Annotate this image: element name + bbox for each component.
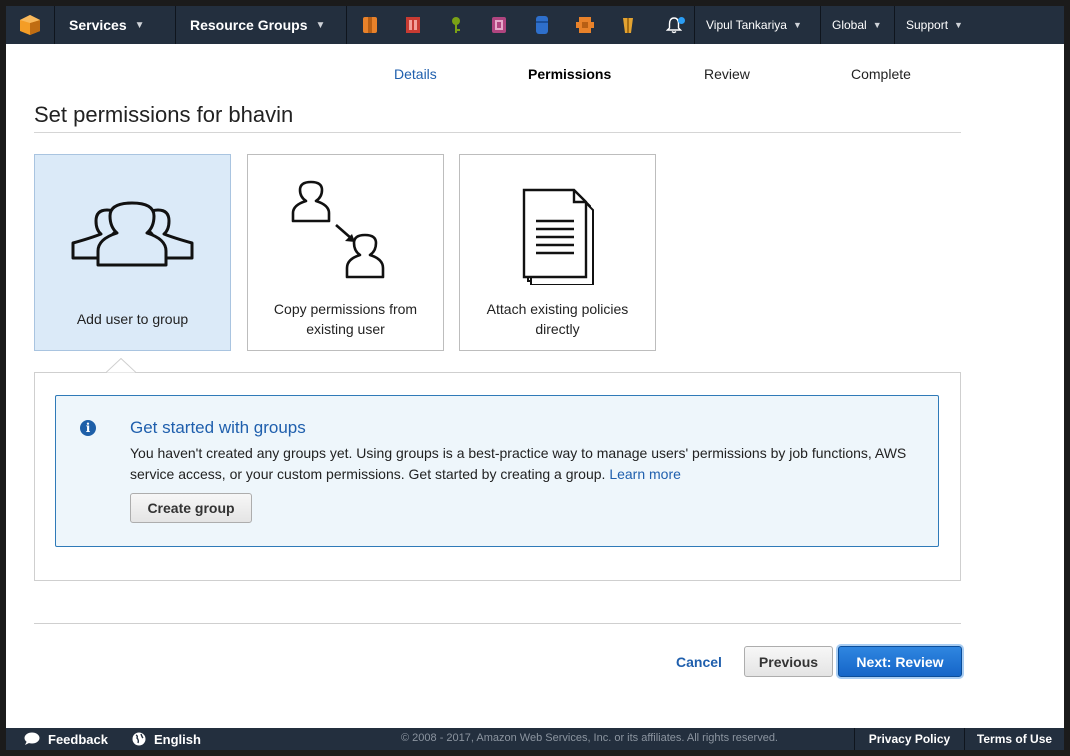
chevron-down-icon: ▼ <box>134 19 145 31</box>
option-detail-panel: i Get started with groups You haven't cr… <box>34 372 961 581</box>
step-review: Review <box>704 66 750 82</box>
chevron-down-icon: ▼ <box>872 20 882 30</box>
copyright-text: © 2008 - 2017, Amazon Web Services, Inc.… <box>401 732 778 744</box>
option-copy-permissions[interactable]: Copy permissions from existing user <box>247 154 444 351</box>
info-alert: i Get started with groups You haven't cr… <box>55 395 939 547</box>
option-label: Attach existing policies directly <box>486 301 629 337</box>
tile-icon-area <box>460 155 655 286</box>
region-menu[interactable]: Global ▼ <box>821 6 894 44</box>
tile-icon-area <box>35 155 230 285</box>
lambda-icon[interactable] <box>576 15 594 35</box>
region-label: Global <box>832 18 867 32</box>
users-group-icon <box>71 201 194 267</box>
speech-bubble-icon <box>24 732 40 745</box>
notification-dot <box>678 17 685 24</box>
terms-of-use-link[interactable]: Terms of Use <box>964 728 1064 750</box>
footer-bar: Feedback English © 2008 - 2017, Amazon W… <box>6 728 1064 750</box>
language-label: English <box>153 731 201 747</box>
pinned-services <box>347 6 662 44</box>
language-selector[interactable]: English <box>118 728 211 750</box>
chevron-down-icon: ▼ <box>954 20 963 30</box>
cancel-link[interactable]: Cancel <box>676 654 722 670</box>
option-label: Add user to group <box>76 311 189 327</box>
step-complete: Complete <box>851 66 911 82</box>
browser-frame: Services ▼ Resource Groups ▼ Vipul Tanka… <box>6 6 1064 750</box>
dynamodb-icon[interactable] <box>533 15 551 35</box>
aws-logo[interactable] <box>6 6 54 44</box>
rds-icon[interactable] <box>404 15 422 35</box>
policy-document-icon <box>522 188 594 286</box>
info-icon: i <box>80 420 96 436</box>
support-menu[interactable]: Support ▼ <box>895 6 985 44</box>
resource-groups-label: Resource Groups <box>190 17 308 33</box>
copy-user-icon <box>291 180 385 279</box>
ec2-icon[interactable] <box>361 15 379 35</box>
iam-icon[interactable] <box>447 15 465 35</box>
services-label: Services <box>69 17 127 33</box>
cloudformation-icon[interactable] <box>490 15 508 35</box>
step-permissions: Permissions <box>528 66 612 82</box>
option-attach-policies[interactable]: Attach existing policies directly <box>459 154 656 351</box>
account-menu[interactable]: Vipul Tankariya ▼ <box>695 6 820 44</box>
panel-notch <box>106 358 136 373</box>
learn-more-link[interactable]: Learn more <box>609 466 681 482</box>
s3-icon[interactable] <box>619 15 637 35</box>
feedback-label: Feedback <box>48 731 108 747</box>
privacy-policy-link[interactable]: Privacy Policy <box>854 728 964 750</box>
top-navigation-bar: Services ▼ Resource Groups ▼ Vipul Tanka… <box>6 6 1064 44</box>
wizard-steps: Details Permissions Review Complete <box>6 66 1064 86</box>
aws-cube-icon <box>20 15 40 35</box>
page-title: Set permissions for bhavin <box>34 102 294 127</box>
next-review-button[interactable]: Next: Review <box>838 646 962 677</box>
actions-divider <box>34 623 961 624</box>
chevron-down-icon: ▼ <box>315 19 326 31</box>
step-details[interactable]: Details <box>394 66 437 82</box>
option-label: Copy permissions from existing user <box>273 301 418 337</box>
info-text: You haven't created any groups yet. Usin… <box>130 443 930 485</box>
info-title: Get started with groups <box>130 418 306 437</box>
previous-button[interactable]: Previous <box>744 646 833 677</box>
info-message: You haven't created any groups yet. Usin… <box>130 445 907 482</box>
globe-icon <box>132 732 146 746</box>
tile-icon-area <box>248 155 443 285</box>
chevron-down-icon: ▼ <box>792 20 802 30</box>
title-divider <box>34 132 961 133</box>
services-menu[interactable]: Services ▼ <box>55 6 175 44</box>
notifications-bell[interactable] <box>662 6 686 44</box>
support-label: Support <box>906 18 949 32</box>
option-add-user-to-group[interactable]: Add user to group <box>34 154 231 351</box>
create-group-button[interactable]: Create group <box>130 493 252 523</box>
feedback-button[interactable]: Feedback <box>6 728 118 750</box>
account-name: Vipul Tankariya <box>706 18 787 32</box>
resource-groups-menu[interactable]: Resource Groups ▼ <box>176 6 346 44</box>
